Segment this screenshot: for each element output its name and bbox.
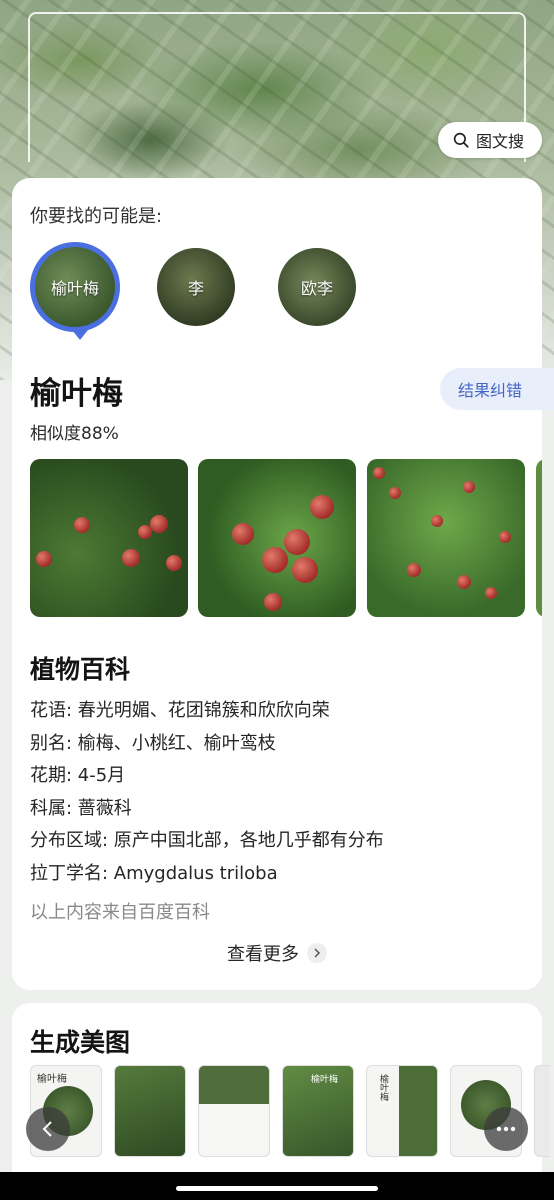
template-thumbnail[interactable]: 榆叶梅 <box>366 1065 438 1157</box>
thumbnail-caption: 榆叶梅 <box>37 1074 67 1085</box>
template-thumbnail[interactable] <box>534 1065 550 1157</box>
plant-photo[interactable] <box>30 459 188 617</box>
search-button-label: 图文搜 <box>475 132 524 151</box>
candidate-item-li[interactable]: 李 <box>157 248 235 326</box>
template-thumbnail[interactable] <box>114 1065 186 1157</box>
wiki-family: 科属: 蔷薇科 <box>30 797 132 819</box>
template-thumbnail[interactable] <box>198 1065 270 1157</box>
more-options-button[interactable] <box>484 1107 528 1151</box>
wiki-distribution: 分布区域: 原产中国北部，各地几乎都有分布 <box>30 830 384 851</box>
plant-name: 榆叶梅 <box>30 376 123 412</box>
thumbnail-caption: 榆叶梅 <box>378 1074 388 1101</box>
view-more-link[interactable]: 查看更多 <box>12 940 542 966</box>
plant-photo[interactable] <box>198 459 356 617</box>
image-text-search-button[interactable]: 图文搜 <box>437 122 542 158</box>
result-card: 你要找的可能是: 榆叶梅 李 欧李 榆叶梅 结果纠错 相似度88% 植物百科 花… <box>12 178 554 990</box>
candidate-label: 榆叶梅 <box>50 279 99 298</box>
scroll-left-button[interactable] <box>26 1107 70 1151</box>
plant-photo[interactable] <box>536 459 542 617</box>
template-thumbnail-list[interactable]: 榆叶梅 榆叶梅 榆叶梅 <box>30 1065 550 1161</box>
wiki-alias: 别名: 榆梅、小桃红、榆叶鸾枝 <box>30 732 276 754</box>
home-indicator[interactable] <box>176 1186 378 1191</box>
candidate-item-ouli[interactable]: 欧李 <box>278 248 356 326</box>
chevron-left-icon <box>42 1121 52 1137</box>
plant-photo[interactable] <box>367 459 525 617</box>
wiki-info-list: 花语: 春光明媚、花团锦簇和欣欣向荣 别名: 榆梅、小桃红、榆叶鸾枝 花期: 4… <box>30 698 384 893</box>
wiki-flowering-period: 花期: 4-5月 <box>30 765 126 786</box>
wiki-source-note: 以上内容来自百度百科 <box>30 902 210 923</box>
generate-image-card: 生成美图 榆叶梅 榆叶梅 榆叶梅 <box>12 1003 550 1200</box>
template-thumbnail[interactable]: 榆叶梅 <box>282 1065 354 1157</box>
thumbnail-caption: 榆叶梅 <box>311 1075 339 1085</box>
similarity-score: 相似度88% <box>30 424 119 444</box>
candidate-label: 李 <box>187 279 204 298</box>
correct-result-button[interactable]: 结果纠错 <box>440 368 554 410</box>
generate-section-title: 生成美图 <box>30 1028 131 1057</box>
wiki-latin-name: 拉丁学名: Amygdalus triloba <box>30 862 278 884</box>
candidates-title: 你要找的可能是: <box>30 206 163 227</box>
wiki-section-title: 植物百科 <box>30 655 131 684</box>
candidate-label: 欧李 <box>300 279 333 298</box>
candidate-list: 榆叶梅 李 欧李 <box>30 242 530 342</box>
chevron-right-icon <box>307 943 327 963</box>
wiki-flower-language: 花语: 春光明媚、花团锦簇和欣欣向荣 <box>30 700 330 721</box>
plant-image-gallery[interactable] <box>30 459 542 617</box>
view-more-label: 查看更多 <box>227 944 299 965</box>
ellipsis-icon <box>496 1126 516 1132</box>
candidate-item-yuyemei[interactable]: 榆叶梅 <box>30 242 120 340</box>
search-icon <box>453 132 469 148</box>
